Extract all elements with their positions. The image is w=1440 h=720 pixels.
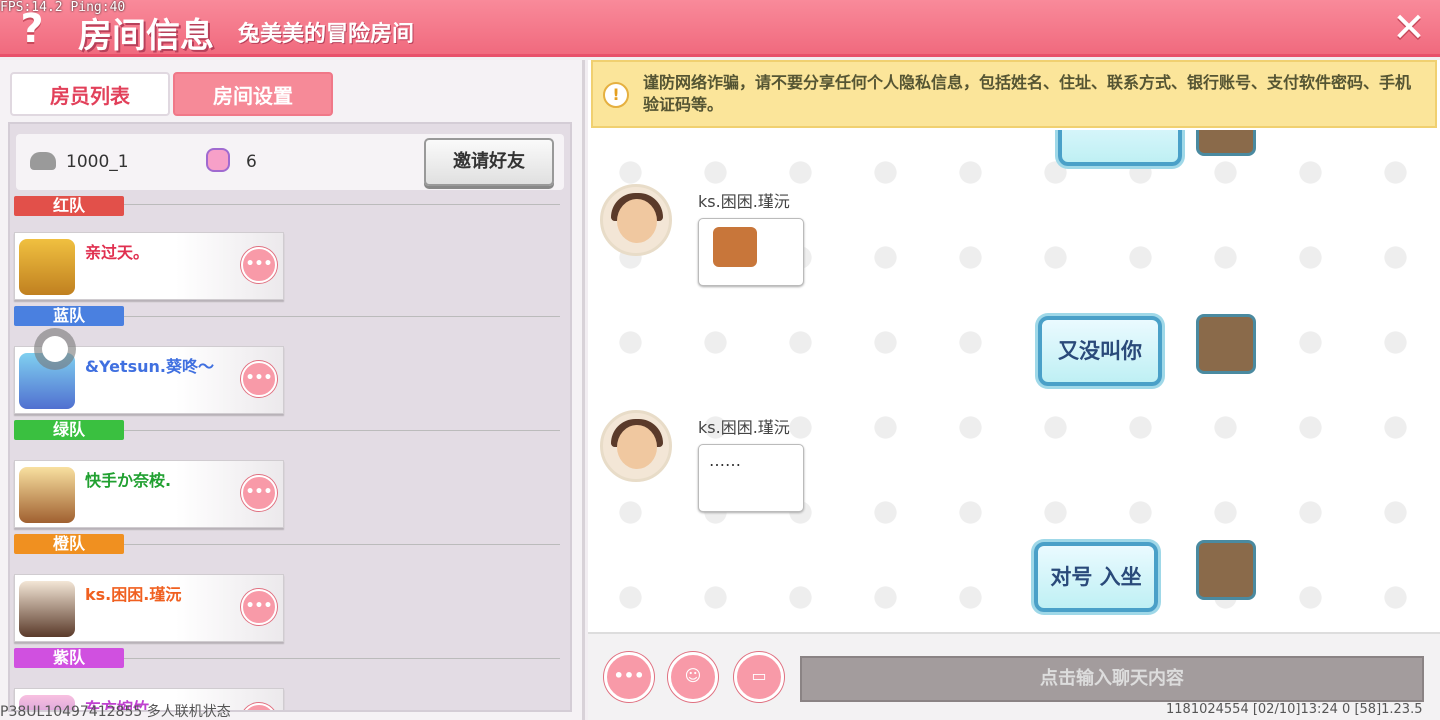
self-avatar xyxy=(1196,130,1256,156)
member-card[interactable]: 亲过天。 ••• xyxy=(14,232,284,300)
member-more-button[interactable]: ••• xyxy=(241,589,277,625)
team-label-orange: 橙队 xyxy=(14,534,124,554)
team-label-red: 红队 xyxy=(14,196,124,216)
chat-username: ks.困困.瑾沅 xyxy=(698,192,790,211)
quick-message-button[interactable]: ▭ xyxy=(734,652,784,702)
team-label-green: 绿队 xyxy=(14,420,124,440)
touch-indicator xyxy=(34,328,76,370)
chat-username: ks.困困.瑾沅 xyxy=(698,418,790,437)
user-avatar[interactable] xyxy=(600,184,672,256)
avatar xyxy=(19,581,75,637)
page-title: 房间信息 xyxy=(78,16,214,56)
status-footer-left: P38UL10497412855 多人联机状态 xyxy=(0,704,231,720)
app-root: ? 房间信息 兔美美的冒险房间 ✕ FPS:14.2 Ping:40 房员列表 … xyxy=(0,0,1440,720)
scam-warning-banner: ! 谨防网络诈骗，请不要分享任何个人隐私信息，包括姓名、住址、联系方式、银行账号… xyxy=(591,60,1437,128)
member-name: 亲过天。 xyxy=(85,243,150,262)
emoji-button[interactable]: ☺ xyxy=(668,652,718,702)
chat-bubble: 对号 入坐 xyxy=(1034,542,1158,612)
avatar xyxy=(19,467,75,523)
member-more-button[interactable]: ••• xyxy=(241,361,277,397)
invite-friends-button[interactable]: 邀请好友 xyxy=(424,138,554,186)
left-panel: 房员列表 房间设置 1000_1 6 邀请好友 红队 亲过天。 ••• 蓝队 &… xyxy=(0,60,585,720)
chat-bubble-sticker xyxy=(1058,130,1182,166)
room-id: 1000_1 xyxy=(66,152,129,172)
tab-settings[interactable]: 房间设置 xyxy=(173,72,333,116)
member-more-button[interactable]: ••• xyxy=(241,247,277,283)
member-name: ks.困困.瑾沅 xyxy=(85,585,182,604)
chat-bubble xyxy=(698,218,804,286)
member-name: &Yetsun.葵咚～ xyxy=(85,357,214,376)
divider xyxy=(124,544,560,545)
tab-members[interactable]: 房员列表 xyxy=(10,72,170,116)
team-label-blue: 蓝队 xyxy=(14,306,124,326)
warning-icon: ! xyxy=(603,82,629,108)
chat-messages[interactable]: ks.困困.瑾沅 又没叫你 ks.困困.瑾沅 …… 对号 入坐 xyxy=(588,130,1440,630)
user-avatar[interactable] xyxy=(600,410,672,482)
member-more-button[interactable]: ••• xyxy=(241,703,277,710)
team-label-purple: 紫队 xyxy=(14,648,124,668)
close-icon[interactable]: ✕ xyxy=(1386,6,1432,52)
chat-bubble: 又没叫你 xyxy=(1038,316,1162,386)
warning-text: 谨防网络诈骗，请不要分享任何个人隐私信息，包括姓名、住址、联系方式、银行账号、支… xyxy=(643,73,1412,114)
room-icon xyxy=(30,152,56,170)
chat-bubble: …… xyxy=(698,444,804,512)
player-count-icon xyxy=(206,148,230,172)
member-card[interactable]: ks.困困.瑾沅 ••• xyxy=(14,574,284,642)
member-card[interactable]: 快手か奈桉. ••• xyxy=(14,460,284,528)
divider xyxy=(124,430,560,431)
player-count: 6 xyxy=(246,152,257,172)
divider xyxy=(124,658,560,659)
header-bar: ? 房间信息 兔美美的冒险房间 ✕ xyxy=(0,0,1440,57)
divider xyxy=(124,316,560,317)
self-avatar xyxy=(1196,540,1256,600)
room-info-bar: 1000_1 6 邀请好友 xyxy=(16,134,564,190)
member-list[interactable]: 1000_1 6 邀请好友 红队 亲过天。 ••• 蓝队 &Yetsun.葵咚～… xyxy=(8,122,572,712)
avatar xyxy=(19,239,75,295)
chat-input[interactable]: 点击输入聊天内容 xyxy=(800,656,1424,702)
member-more-button[interactable]: ••• xyxy=(241,475,277,511)
room-name: 兔美美的冒险房间 xyxy=(238,22,415,47)
status-footer-right: 1181024554 [02/10]13:24 0 [58]1.23.5 xyxy=(1166,702,1423,717)
chat-panel: ! 谨防网络诈骗，请不要分享任何个人隐私信息，包括姓名、住址、联系方式、银行账号… xyxy=(588,60,1440,720)
member-name: 快手か奈桉. xyxy=(85,471,172,490)
fps-readout: FPS:14.2 Ping:40 xyxy=(0,0,126,15)
more-options-button[interactable]: ••• xyxy=(604,652,654,702)
divider xyxy=(124,204,560,205)
sticker-image xyxy=(713,227,757,267)
self-avatar xyxy=(1196,314,1256,374)
